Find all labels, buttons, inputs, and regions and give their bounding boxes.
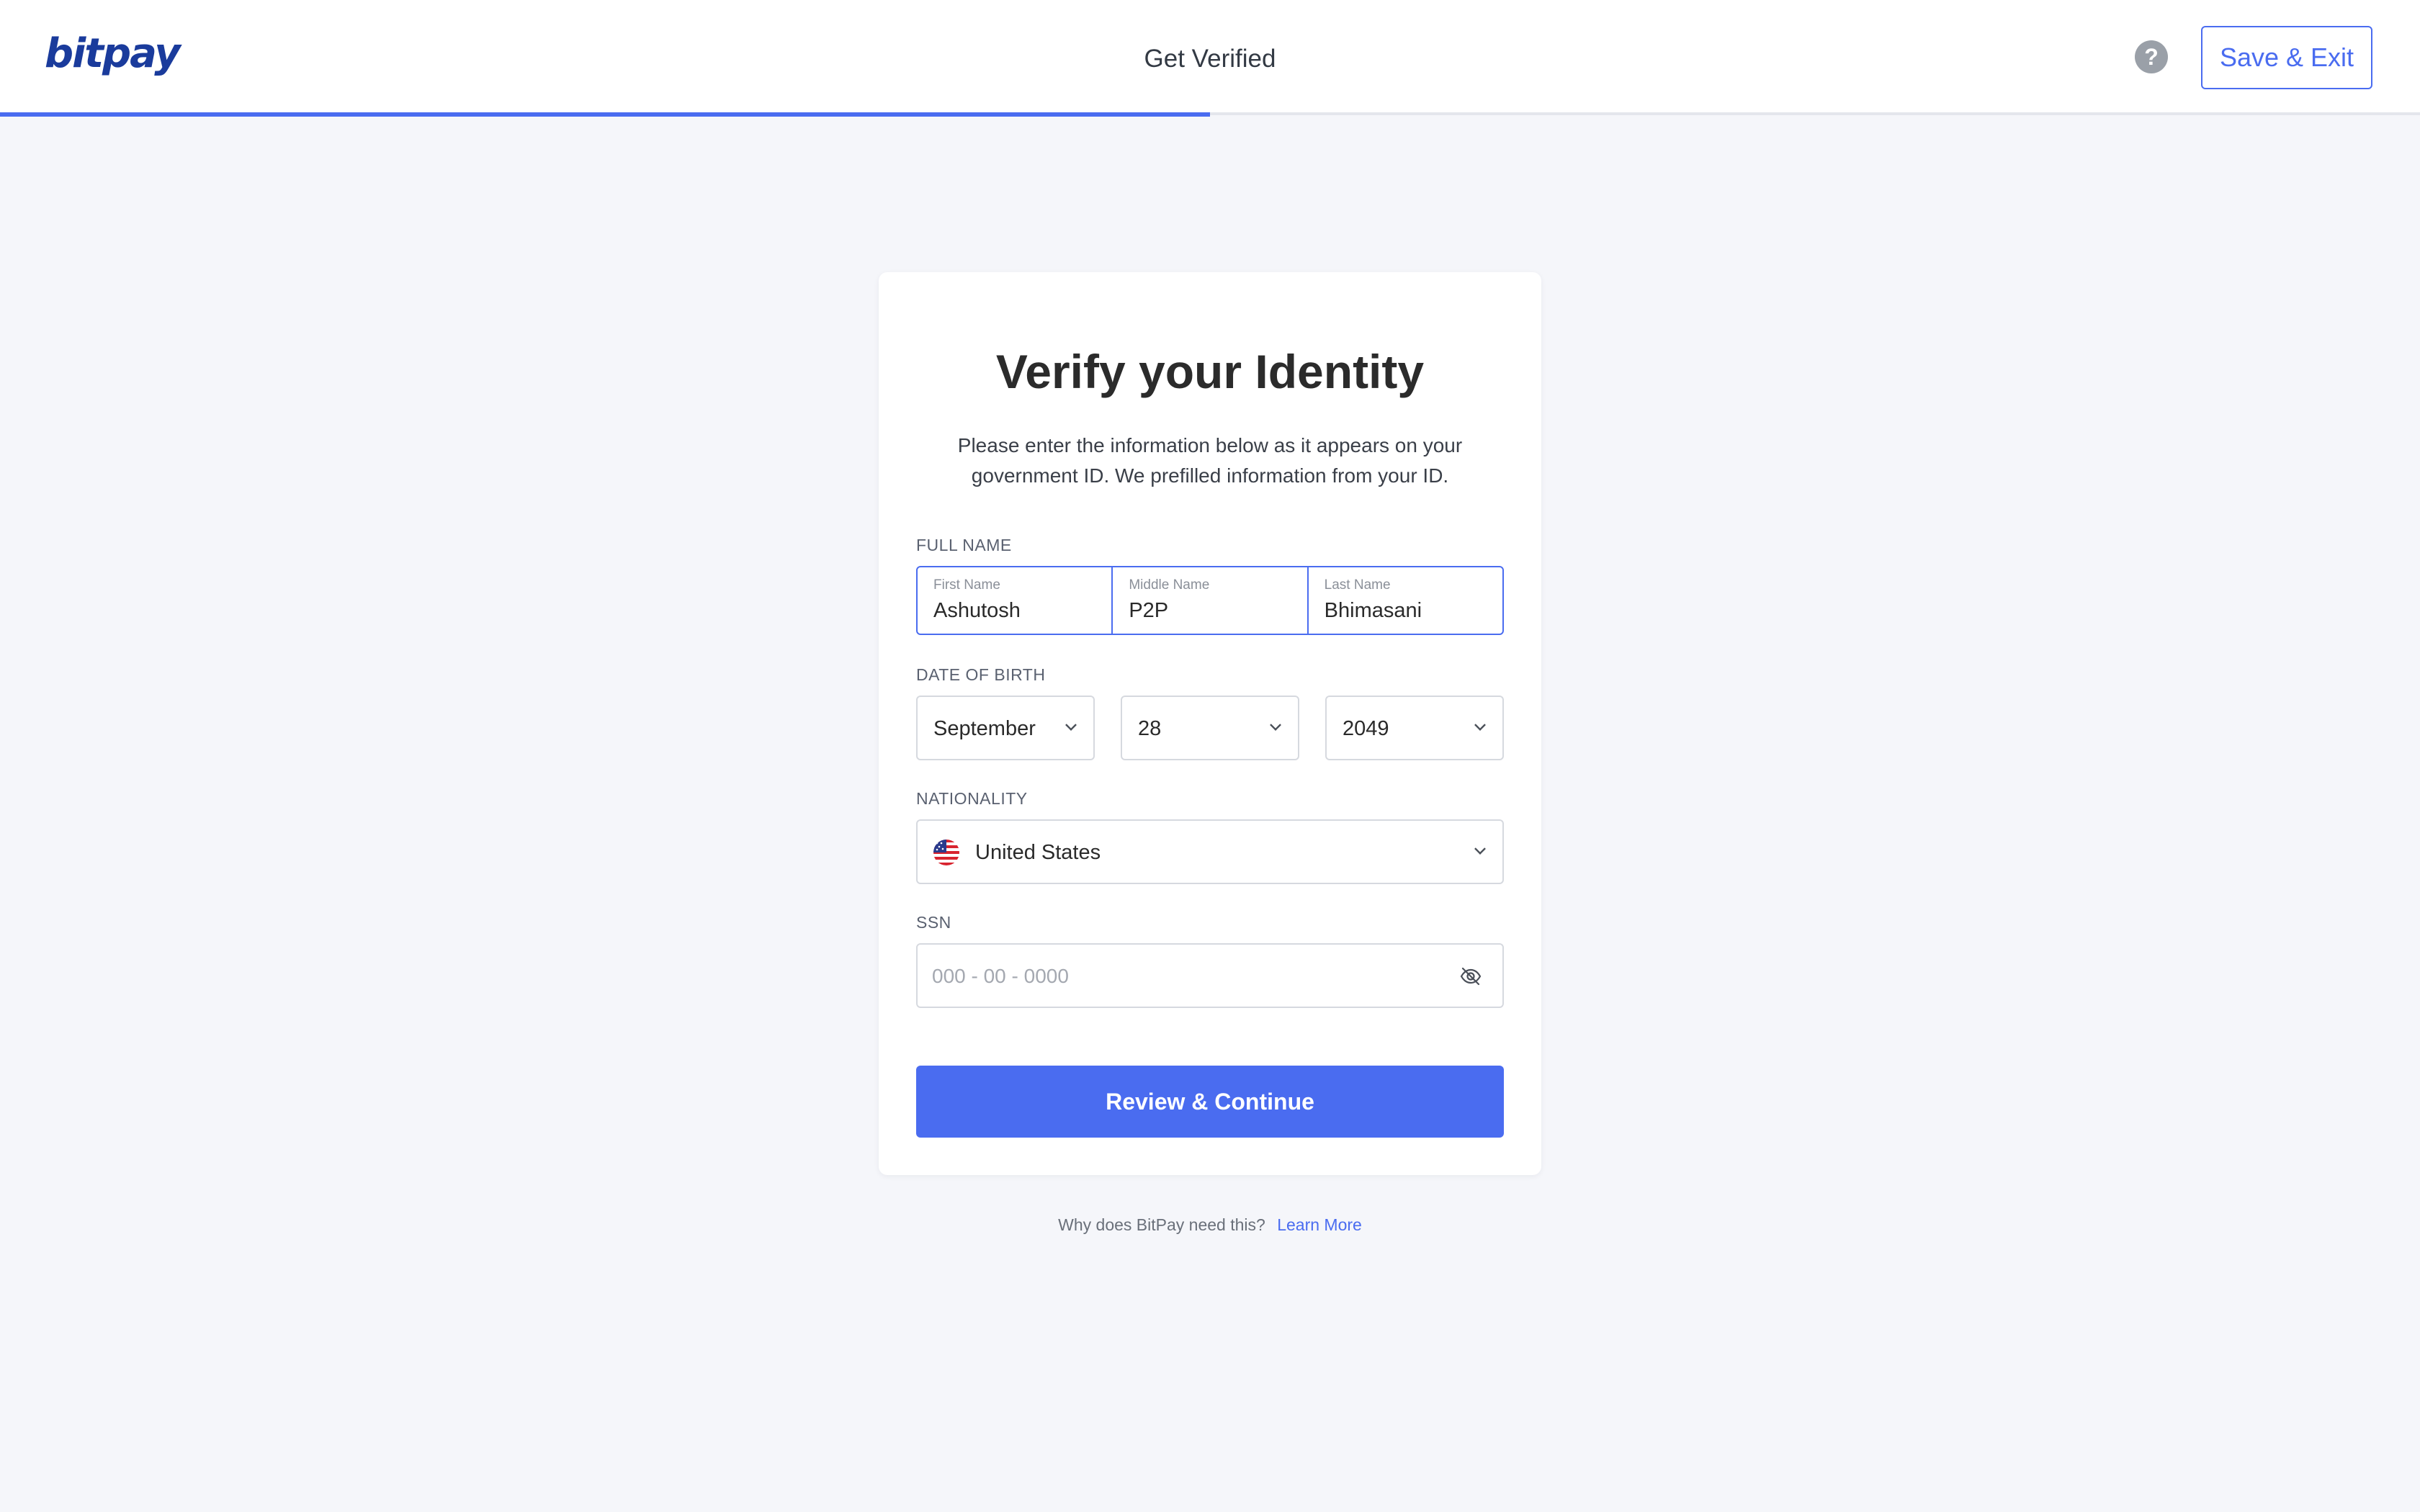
eye-off-icon[interactable] <box>1459 965 1482 988</box>
help-icon[interactable]: ? <box>2135 40 2168 73</box>
learn-more-link[interactable]: Learn More <box>1277 1215 1362 1234</box>
nationality-label: NATIONALITY <box>916 789 1028 808</box>
full-name-label: FULL NAME <box>916 536 1012 554</box>
page-title: Get Verified <box>1144 45 1276 73</box>
dob-month-select[interactable]: September <box>916 696 1095 760</box>
chevron-down-icon <box>1270 719 1281 731</box>
us-flag-icon <box>933 840 959 865</box>
card-description: Please enter the information below as it… <box>957 434 1463 487</box>
footer-question: Why does BitPay need this? <box>1058 1215 1265 1234</box>
chevron-down-icon <box>1474 719 1486 731</box>
first-name-value[interactable]: Ashutosh <box>933 599 1021 623</box>
last-name-value[interactable]: Bhimasani <box>1325 599 1422 623</box>
chevron-down-icon <box>1474 843 1486 855</box>
ssn-input[interactable] <box>932 960 1422 992</box>
last-name-field[interactable]: Last Name Bhimasani <box>1309 567 1502 634</box>
nationality-select[interactable]: United States <box>916 819 1504 884</box>
nationality-value: United States <box>975 841 1101 864</box>
save-exit-button[interactable]: Save & Exit <box>2201 26 2372 89</box>
review-continue-button[interactable]: Review & Continue <box>916 1066 1504 1138</box>
middle-name-value[interactable]: P2P <box>1129 599 1168 623</box>
first-name-field[interactable]: First Name Ashutosh <box>918 567 1113 634</box>
dob-year-select[interactable]: 2049 <box>1325 696 1504 760</box>
card-title: Verify your Identity <box>995 345 1425 398</box>
top-bar: bitpay Get Verified ? Save & Exit <box>0 0 2420 115</box>
verify-identity-card: Verify your Identity Please enter the in… <box>879 272 1541 1175</box>
middle-name-sublabel: Middle Name <box>1129 577 1210 593</box>
last-name-sublabel: Last Name <box>1324 577 1391 593</box>
dob-month-value: September <box>933 717 1036 740</box>
footer-note: Why does BitPay need this? Learn More <box>0 1215 2420 1235</box>
ssn-label: SSN <box>916 913 951 932</box>
dob-label: DATE OF BIRTH <box>916 665 1046 684</box>
progress-bar <box>0 112 1210 117</box>
dob-day-select[interactable]: 28 <box>1121 696 1299 760</box>
chevron-down-icon <box>1065 719 1077 731</box>
first-name-sublabel: First Name <box>933 577 1000 593</box>
ssn-field[interactable] <box>916 943 1504 1008</box>
middle-name-field[interactable]: Middle Name P2P <box>1113 567 1309 634</box>
dob-year-value: 2049 <box>1343 717 1389 740</box>
full-name-group: First Name Ashutosh Middle Name P2P Last… <box>916 566 1504 635</box>
dob-day-value: 28 <box>1138 717 1162 740</box>
